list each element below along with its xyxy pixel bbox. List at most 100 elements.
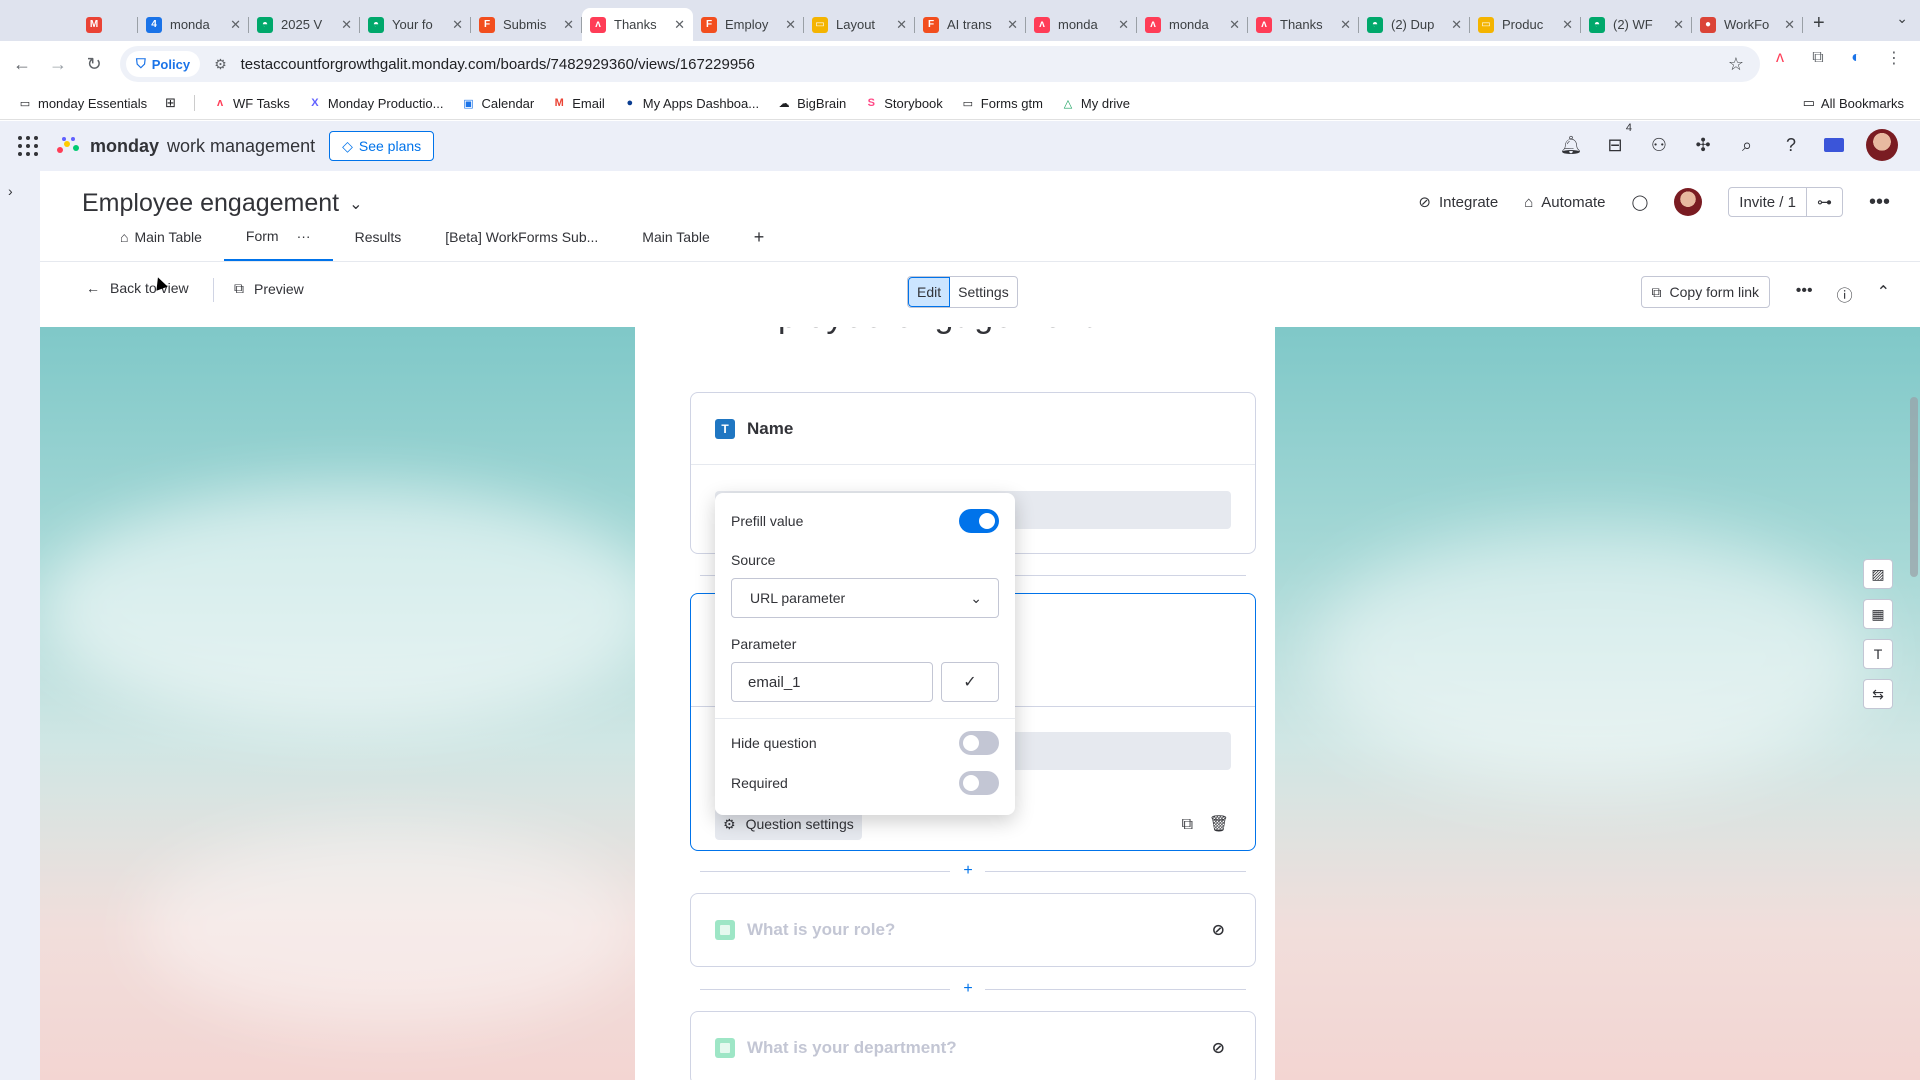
browser-tab[interactable]: ◓ (2) Dup ✕ xyxy=(1359,8,1470,41)
bookmark-item[interactable]: S Storybook xyxy=(864,96,943,111)
confirm-parameter-button[interactable]: ✓ xyxy=(941,662,999,702)
bookmark-item[interactable]: ▣ Calendar xyxy=(461,96,534,111)
more-options-icon[interactable]: ••• xyxy=(1869,191,1890,214)
profile-extension-icon[interactable]: ◐ xyxy=(1844,46,1868,70)
bookmark-item[interactable]: ʌ WF Tasks xyxy=(213,96,290,111)
browser-tab[interactable]: M xyxy=(78,8,138,41)
url-text[interactable]: testaccountforgrowthgalit.monday.com/boa… xyxy=(241,56,755,73)
close-icon[interactable]: ✕ xyxy=(1451,17,1462,33)
close-icon[interactable]: ✕ xyxy=(674,17,685,33)
tab-search-chevron-icon[interactable]: ⌄ xyxy=(1896,10,1908,27)
see-plans-button[interactable]: ◇ See plans xyxy=(329,131,435,161)
close-icon[interactable]: ✕ xyxy=(563,17,574,33)
bookmark-item[interactable]: ▭ Forms gtm xyxy=(961,96,1043,111)
scrollbar[interactable] xyxy=(1910,397,1918,577)
automate-button[interactable]: ⌂ Automate xyxy=(1524,194,1605,211)
avatar[interactable] xyxy=(1866,129,1898,161)
view-tab[interactable]: Results xyxy=(333,221,424,261)
back-to-view-button[interactable]: ← Back to view xyxy=(86,280,189,296)
browser-tab[interactable]: ʌ Thanks ✕ xyxy=(1248,8,1359,41)
department-question-card[interactable]: What is your department? ⊘ xyxy=(690,1011,1256,1080)
more-options-icon[interactable]: ••• xyxy=(1796,282,1813,306)
department-question-title[interactable]: What is your department? xyxy=(747,1038,957,1058)
close-icon[interactable]: ✕ xyxy=(1340,17,1351,33)
inbox-icon[interactable]: ⊟ 4 xyxy=(1604,122,1632,156)
forward-arrow-icon[interactable]: → xyxy=(40,46,76,82)
bell-icon[interactable]: 🔔︎ xyxy=(1560,134,1583,156)
edit-tab[interactable]: Edit xyxy=(908,277,951,307)
close-icon[interactable]: ✕ xyxy=(1229,17,1240,33)
board-member-avatar[interactable] xyxy=(1674,188,1703,216)
bookmark-item[interactable]: M Email xyxy=(552,96,605,111)
preview-button[interactable]: ⧉ Preview xyxy=(234,280,304,297)
browser-tab[interactable]: ʌ monda ✕ xyxy=(1026,8,1137,41)
view-tab[interactable]: Form ··· xyxy=(223,221,333,261)
bookmark-item[interactable]: ▭ monday Essentials xyxy=(18,96,147,111)
monday-extension-icon[interactable]: ʌ xyxy=(1768,46,1792,70)
name-question-title[interactable]: Name xyxy=(747,419,793,439)
text-format-icon[interactable]: T xyxy=(1863,639,1893,669)
bookmark-item[interactable]: ☁ BigBrain xyxy=(777,96,847,111)
apps-grid-icon[interactable]: ⊞ xyxy=(165,95,176,111)
bookmark-item[interactable]: ● My Apps Dashboa... xyxy=(623,96,759,111)
board-title[interactable]: Employee engagement ⌄ xyxy=(82,189,363,218)
add-view-button[interactable]: + xyxy=(732,221,787,261)
form-title[interactable]: Employee engagement xyxy=(725,327,1094,336)
browser-tab[interactable]: 4 monda ✕ xyxy=(138,8,249,41)
eye-hidden-icon[interactable]: ⊘ xyxy=(1212,920,1225,940)
new-tab-button[interactable]: + xyxy=(1813,12,1825,35)
prefill-toggle[interactable] xyxy=(959,509,999,533)
browser-tab[interactable]: ◓ Your fo ✕ xyxy=(360,8,471,41)
close-icon[interactable]: ✕ xyxy=(785,17,796,33)
browser-tab[interactable]: ʌ Thanks ✕ xyxy=(582,8,693,41)
view-menu-icon[interactable]: ··· xyxy=(297,228,311,244)
browser-tab[interactable]: F Employ ✕ xyxy=(693,8,804,41)
invite-members-icon[interactable]: ⚇ xyxy=(1648,134,1670,156)
close-icon[interactable]: ✕ xyxy=(230,17,241,33)
monday-logo[interactable]: monday work management xyxy=(56,136,315,157)
browser-tab[interactable]: ʌ monda ✕ xyxy=(1137,8,1248,41)
eye-hidden-icon[interactable]: ⊘ xyxy=(1212,1038,1225,1058)
browser-tab[interactable]: ◓ (2) WF ✕ xyxy=(1581,8,1692,41)
browser-tab[interactable]: F AI trans ✕ xyxy=(915,8,1026,41)
close-icon[interactable]: ✕ xyxy=(1784,17,1795,33)
integrate-button[interactable]: ⊘ Integrate xyxy=(1418,193,1498,212)
expand-sidebar-icon[interactable]: › xyxy=(8,183,13,199)
role-question-title[interactable]: What is your role? xyxy=(747,920,895,940)
view-tab[interactable]: [Beta] WorkForms Sub... xyxy=(423,221,620,261)
close-icon[interactable]: ✕ xyxy=(896,17,907,33)
site-settings-icon[interactable]: ⚙ xyxy=(214,56,227,73)
back-arrow-icon[interactable]: ← xyxy=(4,46,40,82)
help-icon[interactable]: ? xyxy=(1780,134,1802,156)
hide-question-toggle[interactable] xyxy=(959,731,999,755)
all-bookmarks[interactable]: ▭ All Bookmarks xyxy=(1803,95,1904,111)
bookmark-item[interactable]: X Monday Productio... xyxy=(308,96,443,111)
layout-icon[interactable]: ▦ xyxy=(1863,599,1893,629)
info-icon[interactable]: ⓘ xyxy=(1837,282,1853,306)
view-tab[interactable]: Main Table xyxy=(620,221,731,261)
role-question-card[interactable]: What is your role? ⊘ xyxy=(690,893,1256,967)
close-icon[interactable]: ✕ xyxy=(1562,17,1573,33)
close-icon[interactable]: ✕ xyxy=(341,17,352,33)
duplicate-icon[interactable]: ⧉ xyxy=(1182,816,1193,834)
bookmark-star-icon[interactable]: ☆ xyxy=(1728,54,1744,75)
browser-tab[interactable]: ◓ 2025 V ✕ xyxy=(249,8,360,41)
chat-icon[interactable]: ◯ xyxy=(1631,193,1648,211)
image-icon[interactable]: ▨ xyxy=(1863,559,1893,589)
browser-tab[interactable]: ▭ Produc ✕ xyxy=(1470,8,1581,41)
collapse-icon[interactable]: ⌃ xyxy=(1877,282,1890,306)
settings-tab[interactable]: Settings xyxy=(950,277,1017,307)
trash-icon[interactable]: 🗑︎ xyxy=(1209,814,1229,834)
view-tab[interactable]: ⌂ Main Table xyxy=(98,221,224,261)
close-icon[interactable]: ✕ xyxy=(452,17,463,33)
app-switcher-icon[interactable] xyxy=(18,136,38,156)
align-icon[interactable]: ⇆ xyxy=(1863,679,1893,709)
close-icon[interactable]: ✕ xyxy=(1673,17,1684,33)
kebab-menu-icon[interactable]: ⋮ xyxy=(1882,46,1906,70)
policy-chip[interactable]: ⛉ Policy xyxy=(126,51,201,77)
copy-form-link-button[interactable]: ⧉ Copy form link xyxy=(1640,276,1770,308)
parameter-input[interactable]: email_1 xyxy=(731,662,933,702)
browser-tab[interactable]: F Submis ✕ xyxy=(471,8,582,41)
close-icon[interactable]: ✕ xyxy=(1007,17,1018,33)
apps-icon[interactable]: ✣ xyxy=(1692,134,1714,156)
